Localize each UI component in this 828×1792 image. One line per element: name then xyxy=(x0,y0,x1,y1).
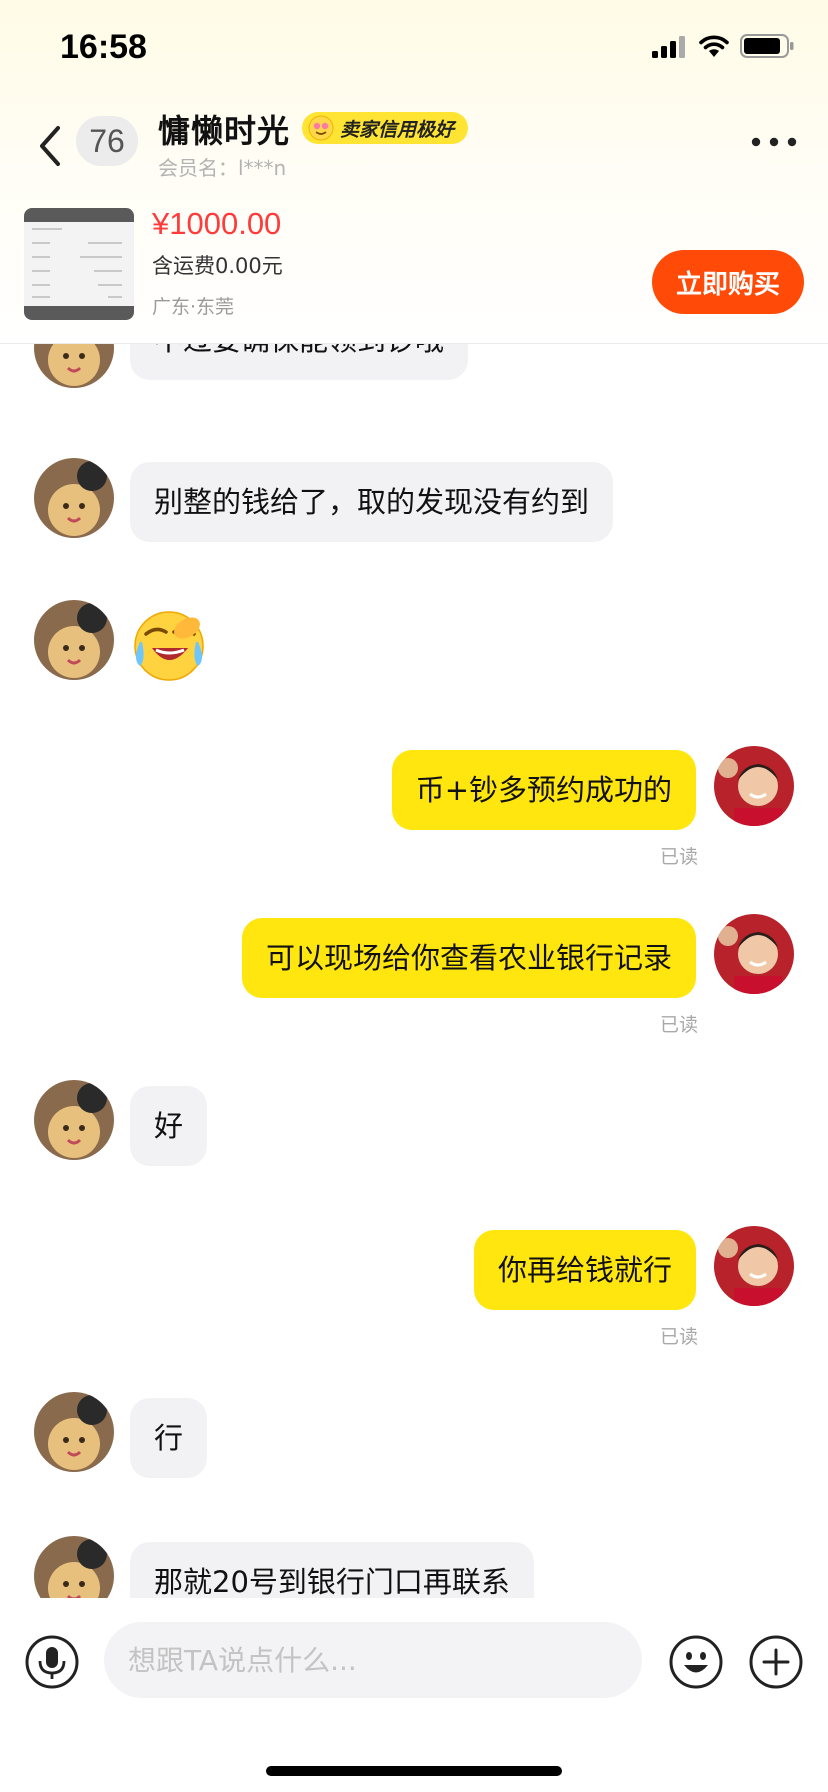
seller-credit-badge[interactable]: 卖家信用极好 xyxy=(302,112,469,144)
product-card: ¥1000.00 含运费0.00元 广东·东莞 立即购买 xyxy=(0,200,828,344)
more-dots-icon[interactable] xyxy=(746,128,802,156)
read-status: 已读 xyxy=(659,846,698,868)
chat-header: 76 慵懒时光 卖家信用极好 会员名：l***n xyxy=(0,100,828,200)
user-avatar[interactable] xyxy=(714,914,794,994)
product-thumbnail[interactable] xyxy=(24,208,134,320)
seller-avatar[interactable] xyxy=(34,344,114,388)
status-bar: 16:58 xyxy=(0,0,828,100)
seller-avatar[interactable] xyxy=(34,1536,114,1598)
shipping-fee: 含运费0.00元 xyxy=(152,254,283,278)
message-bubble[interactable]: 别整的钱给了，取的发现没有约到 xyxy=(130,462,614,542)
credit-badge-label: 卖家信用极好 xyxy=(340,118,455,141)
message-bubble[interactable]: 不过要确保能领到钞哦 xyxy=(130,344,469,380)
user-avatar[interactable] xyxy=(714,746,794,826)
read-status: 已读 xyxy=(659,1014,698,1036)
message-bubble[interactable]: 可以现场给你查看农业银行记录 xyxy=(241,918,696,998)
battery-icon xyxy=(740,34,794,58)
chevron-left-icon[interactable] xyxy=(28,118,72,174)
message-bubble[interactable]: 币+钞多预约成功的 xyxy=(391,750,696,830)
message-bubble[interactable]: 好 xyxy=(130,1086,208,1166)
wifi-icon xyxy=(699,35,729,57)
laugh-crying-emoji-icon[interactable] xyxy=(130,606,208,684)
plus-icon[interactable] xyxy=(748,1634,804,1690)
cellular-signal-icon xyxy=(652,36,685,58)
product-price: ¥1000.00 xyxy=(152,206,282,241)
read-status: 已读 xyxy=(659,1326,698,1348)
message-input[interactable] xyxy=(104,1622,642,1698)
home-indicator xyxy=(266,1766,562,1776)
smiley-icon[interactable] xyxy=(668,1634,724,1690)
message-bubble[interactable]: 行 xyxy=(130,1398,208,1478)
buy-now-button[interactable]: 立即购买 xyxy=(652,250,804,314)
unread-count-badge[interactable]: 76 xyxy=(76,116,138,166)
smiling-face-icon xyxy=(308,115,334,141)
seller-avatar[interactable] xyxy=(34,600,114,680)
seller-avatar[interactable] xyxy=(34,1392,114,1472)
product-location: 广东·东莞 xyxy=(152,296,235,318)
seller-avatar[interactable] xyxy=(34,1080,114,1160)
message-bubble[interactable]: 你再给钱就行 xyxy=(473,1230,696,1310)
status-time: 16:58 xyxy=(60,28,147,66)
seller-avatar[interactable] xyxy=(34,458,114,538)
message-list[interactable]: 不过要确保能领到钞哦 别整的钱给了，取的发现没有约到 币+钞多预约成功的 已读 xyxy=(0,344,828,1598)
contact-name[interactable]: 慵懒时光 xyxy=(158,106,290,152)
microphone-icon[interactable] xyxy=(24,1634,80,1690)
message-input-bar xyxy=(0,1598,828,1792)
user-avatar[interactable] xyxy=(714,1226,794,1306)
member-name-label: 会员名：l***n xyxy=(158,156,287,180)
message-bubble[interactable]: 那就20号到银行门口再联系 xyxy=(130,1542,534,1598)
